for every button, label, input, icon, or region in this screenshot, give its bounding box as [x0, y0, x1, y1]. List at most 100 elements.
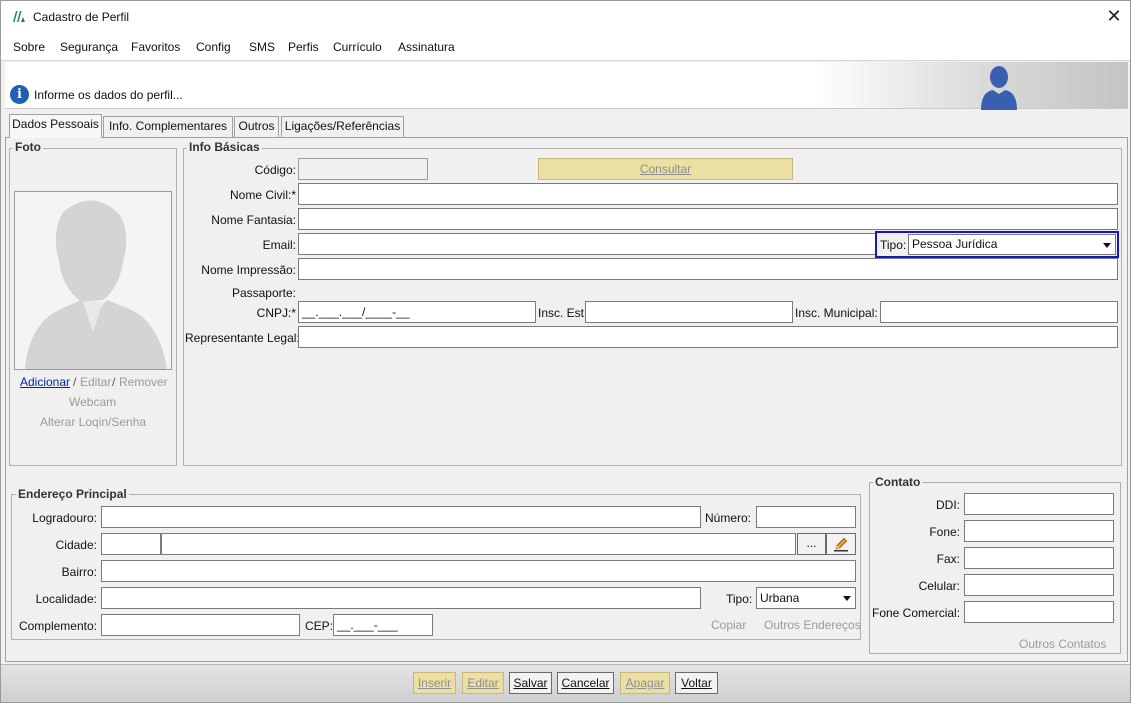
menu-sobre[interactable]: Sobre: [13, 40, 45, 54]
cidade-label: Cidade:: [55, 538, 97, 552]
photo-frame: [14, 191, 172, 370]
fax-field[interactable]: [964, 547, 1114, 569]
inserir-button[interactable]: Inserir: [413, 672, 456, 694]
cidade-code-field[interactable]: [101, 533, 161, 555]
nome-fantasia-field[interactable]: [298, 208, 1118, 230]
contato-group-label: Contato: [873, 475, 923, 489]
banner-message: Informe os dados do perfil...: [34, 88, 183, 102]
insc-est-label: Insc. Est:: [538, 306, 588, 320]
consultar-button[interactable]: Consultar: [538, 158, 793, 180]
user-silhouette-icon: [981, 66, 1017, 110]
tipo-pessoa-label: Tipo:: [880, 238, 907, 252]
fone-comercial-field[interactable]: [964, 601, 1114, 623]
tab-outros[interactable]: Outros: [234, 116, 279, 137]
cidade-edit-button[interactable]: [826, 533, 856, 555]
cancelar-button-label: Cancelar: [561, 676, 610, 690]
email-field[interactable]: [298, 233, 876, 255]
adicionar-link[interactable]: Adicionar: [20, 375, 70, 389]
cnpj-label: CNPJ:*: [256, 306, 296, 320]
insc-est-field[interactable]: [585, 301, 793, 323]
outros-contatos-link[interactable]: Outros Contatos: [1019, 637, 1106, 651]
nome-impressao-label: Nome Impressão:: [201, 263, 296, 277]
menu-config[interactable]: Config: [196, 40, 231, 54]
bairro-field[interactable]: [101, 560, 856, 582]
dropdown-arrow-icon: [1103, 243, 1111, 248]
codigo-field[interactable]: [298, 158, 428, 180]
codigo-label: Código:: [254, 163, 296, 177]
tipo-pessoa-value: Pessoa Jurídica: [912, 237, 998, 251]
cidade-field[interactable]: [161, 533, 796, 555]
editar-foto-link[interactable]: Editar: [80, 375, 111, 389]
cep-field[interactable]: __.___-___: [333, 614, 433, 636]
passaporte-label: Passaporte:: [231, 286, 296, 300]
email-label: Email:: [262, 238, 296, 252]
numero-field[interactable]: [756, 506, 856, 528]
menu-perfis[interactable]: Perfis: [288, 40, 319, 54]
nome-fantasia-label: Nome Fantasia:: [211, 213, 296, 227]
foto-separator: /: [112, 375, 116, 389]
cep-label: CEP:: [305, 619, 334, 633]
editar-button-label: Editar: [467, 676, 499, 690]
webcam-link[interactable]: Webcam: [69, 395, 116, 409]
nome-impressao-field[interactable]: [298, 258, 1118, 280]
inserir-button-label: Inserir: [417, 676, 452, 690]
title-bar: [1, 1, 1130, 33]
ddi-label: DDI:: [936, 498, 960, 512]
fax-label: Fax:: [936, 552, 960, 566]
close-icon[interactable]: ✕: [1104, 6, 1124, 26]
info-basicas-group-label: Info Básicas: [187, 140, 262, 154]
remover-foto-link[interactable]: Remover: [119, 375, 168, 389]
apagar-button[interactable]: Apagar: [620, 672, 670, 694]
tipo-endereco-value: Urbana: [760, 591, 800, 605]
dropdown-arrow-icon: [843, 596, 851, 601]
fone-field[interactable]: [964, 520, 1114, 542]
tipo-endereco-label: Tipo:: [726, 592, 753, 606]
tab-info-complementares[interactable]: Info. Complementares: [103, 116, 233, 137]
consultar-button-label: Consultar: [639, 162, 692, 176]
tipo-pessoa-select[interactable]: Pessoa Jurídica: [908, 234, 1116, 255]
menu-curriculo[interactable]: Currículo: [333, 40, 382, 54]
voltar-button[interactable]: Voltar: [675, 672, 718, 694]
menu-favoritos[interactable]: Favoritos: [131, 40, 180, 54]
pencil-icon: [834, 537, 848, 552]
fone-label: Fone:: [929, 525, 960, 539]
app-logo-icon: [13, 11, 25, 22]
representante-field[interactable]: [298, 326, 1118, 348]
copiar-link[interactable]: Copiar: [711, 618, 746, 632]
menu-assinatura[interactable]: Assinatura: [398, 40, 455, 54]
logradouro-field[interactable]: [101, 506, 701, 528]
photo-placeholder-icon: [15, 192, 171, 369]
apagar-button-label: Apagar: [625, 676, 665, 690]
localidade-field[interactable]: [101, 587, 701, 609]
foto-separator: /: [73, 375, 77, 389]
celular-label: Celular:: [918, 579, 960, 593]
alterar-login-link[interactable]: Alterar Loqin/Senha: [40, 415, 146, 429]
cancelar-button[interactable]: Cancelar: [557, 672, 614, 694]
cnpj-field[interactable]: __.___.___/____-__: [298, 301, 536, 323]
voltar-button-label: Voltar: [681, 676, 712, 690]
menu-sms[interactable]: SMS: [249, 40, 275, 54]
menu-seguranca[interactable]: Segurança: [60, 40, 118, 54]
cidade-search-button[interactable]: ...: [797, 533, 826, 555]
insc-municipal-field[interactable]: [880, 301, 1118, 323]
outros-enderecos-link[interactable]: Outros Endereços: [764, 618, 861, 632]
complemento-field[interactable]: [101, 614, 300, 636]
endereco-group-label: Endereço Principal: [16, 487, 129, 501]
editar-button[interactable]: Editar: [462, 672, 504, 694]
celular-field[interactable]: [964, 574, 1114, 596]
tipo-endereco-select[interactable]: Urbana: [756, 587, 856, 609]
info-icon: i: [10, 85, 29, 104]
logradouro-label: Logradouro:: [32, 511, 97, 525]
salvar-button-label: Salvar: [513, 676, 548, 690]
tab-ligacoes-referencias[interactable]: Ligações/Referências: [281, 116, 404, 137]
representante-label: Representante Legal:: [185, 331, 300, 345]
foto-group-label: Foto: [13, 140, 43, 154]
salvar-button[interactable]: Salvar: [509, 672, 552, 694]
fone-comercial-label: Fone Comercial:: [872, 606, 961, 620]
ddi-field[interactable]: [964, 493, 1114, 515]
nome-civil-field[interactable]: [298, 183, 1118, 205]
ellipsis-icon: ...: [806, 536, 817, 550]
tab-dados-pessoais[interactable]: Dados Pessoais: [9, 114, 102, 138]
localidade-label: Localidade:: [35, 592, 97, 606]
numero-label: Número:: [705, 511, 752, 525]
